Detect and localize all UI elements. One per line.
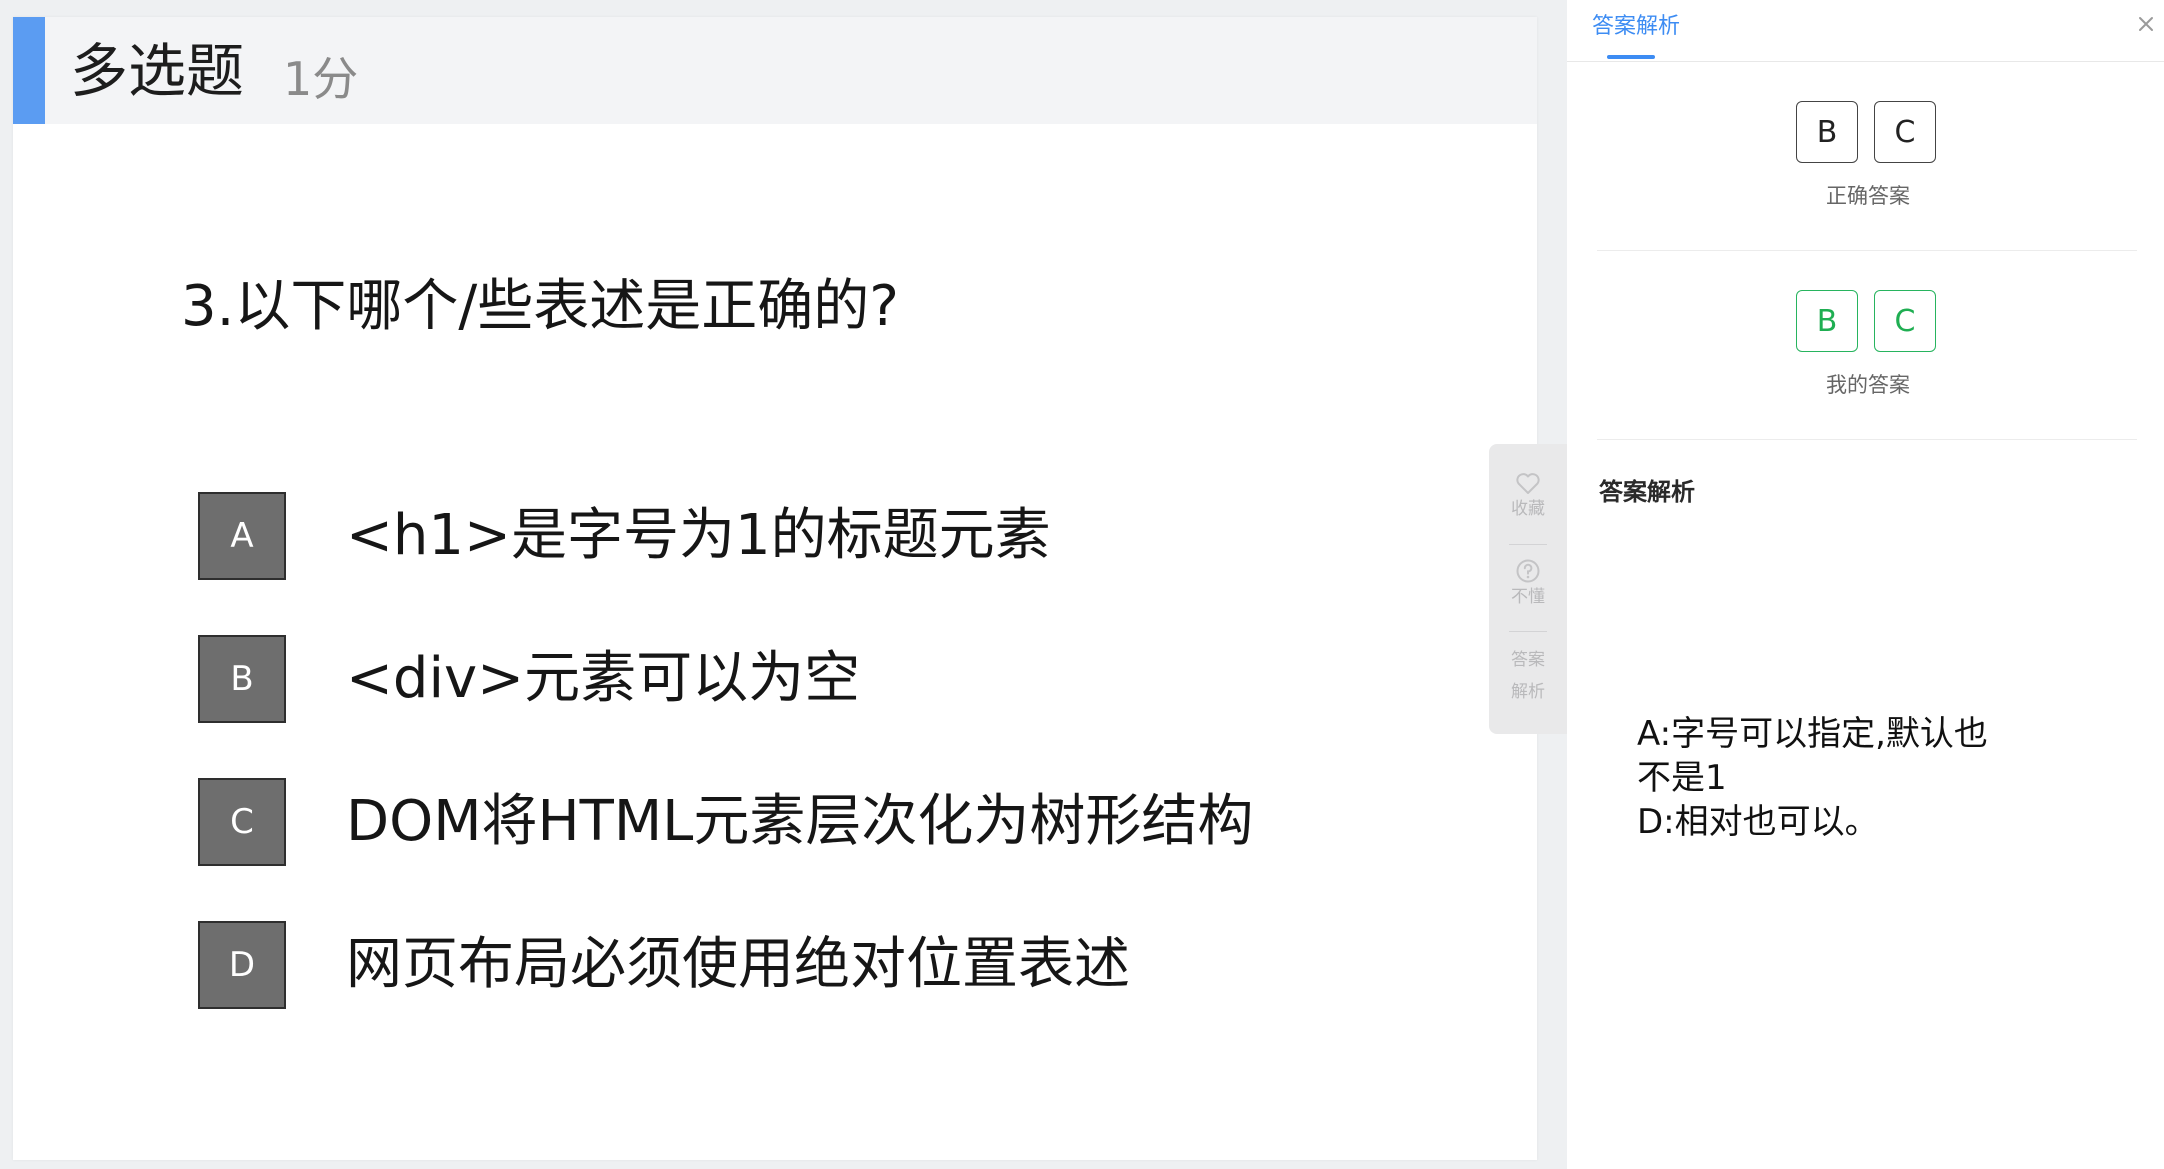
heart-icon: [1516, 473, 1540, 494]
favorite-label: 收藏: [1511, 499, 1545, 519]
answer-panel: 答案解析 B C 正确答案 B C 我的答案 答案解析 A:字号可以指定,默认也…: [1567, 0, 2164, 1169]
panel-divider: [1567, 61, 2164, 62]
option-c[interactable]: C DOM将HTML元素层次化为树形结构: [198, 778, 1398, 866]
analysis-line: A:字号可以指定,默认也: [1637, 714, 1988, 754]
option-text: 网页布局必须使用绝对位置表述: [346, 932, 1130, 997]
confused-button[interactable]: 不懂: [1489, 558, 1567, 608]
toolbar-divider: [1509, 631, 1547, 632]
correct-answer-choice: B: [1796, 101, 1858, 163]
question-type-label: 多选题: [70, 37, 245, 105]
header-accent-bar: [13, 17, 45, 124]
analysis-title: 答案解析: [1599, 478, 1695, 506]
option-letter-box[interactable]: C: [198, 778, 286, 866]
option-letter-box[interactable]: A: [198, 492, 286, 580]
favorite-button[interactable]: 收藏: [1489, 472, 1567, 520]
question-card: 多选题 1分 3.以下哪个/些表述是正确的? A <h1>是字号为1的标题元素 …: [13, 17, 1537, 1160]
close-icon[interactable]: [2132, 10, 2160, 38]
analysis-toggle-label-line2: 解析: [1511, 682, 1545, 702]
active-tab-indicator: [1607, 55, 1655, 59]
question-score: 1分: [283, 52, 359, 106]
option-text: <h1>是字号为1的标题元素: [346, 503, 1051, 568]
question-circle-icon: [1516, 559, 1540, 583]
analysis-toggle-label-line1: 答案: [1511, 650, 1545, 670]
question-header: 多选题 1分: [13, 17, 1537, 124]
option-letter-box[interactable]: B: [198, 635, 286, 723]
tab-answer-analysis[interactable]: 答案解析: [1592, 12, 1680, 42]
side-toolbar: 收藏 不懂 答案 解析: [1489, 444, 1567, 734]
option-b[interactable]: B <div>元素可以为空: [198, 635, 1398, 723]
option-d[interactable]: D 网页布局必须使用绝对位置表述: [198, 921, 1398, 1009]
analysis-line: 不是1: [1637, 758, 1727, 798]
option-a[interactable]: A <h1>是字号为1的标题元素: [198, 492, 1398, 580]
my-answer-choice: B: [1796, 290, 1858, 352]
question-stem: 3.以下哪个/些表述是正确的?: [181, 274, 900, 339]
toolbar-divider: [1509, 544, 1547, 545]
option-letter-box[interactable]: D: [198, 921, 286, 1009]
option-text: <div>元素可以为空: [346, 646, 861, 711]
my-answer-caption: 我的答案: [1826, 373, 1910, 397]
my-answer-choice: C: [1874, 290, 1936, 352]
analysis-line: D:相对也可以。: [1637, 802, 1879, 842]
section-divider: [1597, 250, 2137, 251]
option-text: DOM将HTML元素层次化为树形结构: [346, 789, 1254, 854]
correct-answer-choice: C: [1874, 101, 1936, 163]
analysis-toggle-button[interactable]: 答案 解析: [1489, 644, 1567, 708]
confused-label: 不懂: [1511, 587, 1545, 607]
correct-answer-caption: 正确答案: [1826, 184, 1910, 208]
quiz-review-screen: 多选题 1分 3.以下哪个/些表述是正确的? A <h1>是字号为1的标题元素 …: [0, 0, 2164, 1169]
analysis-text: A:字号可以指定,默认也 不是1 D:相对也可以。: [1637, 712, 2097, 844]
section-divider: [1597, 439, 2137, 440]
